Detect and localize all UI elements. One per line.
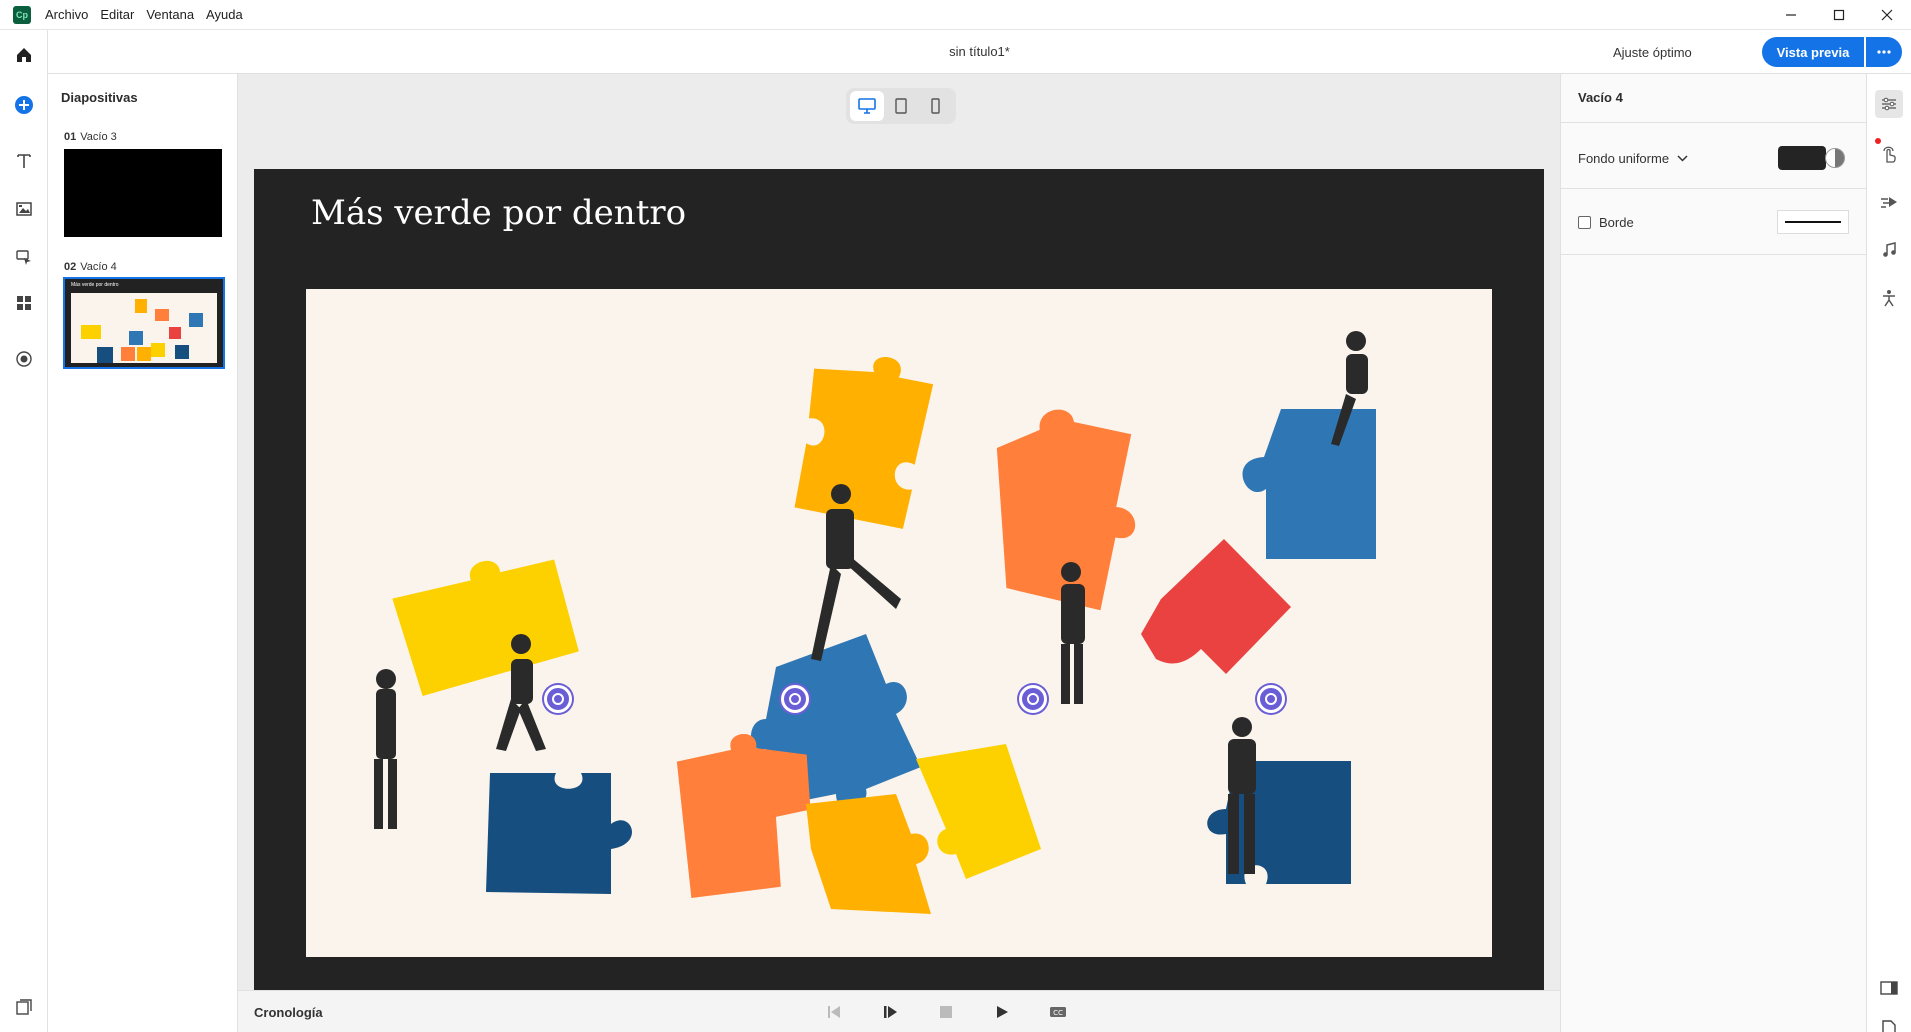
menu-ventana[interactable]: Ventana (146, 7, 194, 22)
properties-title: Vacío 4 (1578, 90, 1623, 105)
slide-image[interactable] (306, 289, 1492, 957)
border-style-preview[interactable] (1777, 210, 1849, 234)
slide-canvas[interactable]: Más verde por dentro (254, 169, 1544, 990)
thumbnail-background: Más verde por dentro (65, 279, 223, 367)
stop-icon[interactable] (935, 1002, 957, 1022)
window-controls (1767, 0, 1911, 30)
slides-panel-title: Diapositivas (61, 90, 138, 105)
audio-icon[interactable] (1875, 236, 1903, 264)
border-checkbox[interactable] (1578, 215, 1591, 229)
more-icon (1877, 50, 1891, 54)
cc-icon[interactable]: CC (1047, 1002, 1069, 1022)
menu-bar: Cp Archivo Editar Ventana Ayuda (0, 0, 1911, 30)
thumbnail-title: Más verde por dentro (71, 282, 119, 288)
slide-number: 02 (64, 261, 77, 273)
stage: Más verde por dentro (238, 74, 1560, 990)
svg-text:CC: CC (1053, 1009, 1063, 1017)
animation-icon[interactable] (1875, 188, 1903, 216)
play-from-icon[interactable] (879, 1002, 901, 1022)
maximize-icon[interactable] (1815, 0, 1863, 30)
slide-name: Vacío 4 (80, 261, 117, 273)
minimize-icon[interactable] (1767, 0, 1815, 30)
library-icon[interactable] (12, 995, 36, 1019)
divider (1561, 254, 1866, 255)
right-icon-rail (1866, 74, 1911, 1032)
properties-panel: Vacío 4 Fondo uniforme Borde (1560, 74, 1866, 1032)
menu-ayuda[interactable]: Ayuda (206, 7, 243, 22)
slide-label-1: 01 Vacío 3 (64, 131, 117, 143)
home-icon[interactable] (12, 43, 36, 67)
timeline-bar: Cronología CC (238, 990, 1560, 1032)
device-switcher (846, 88, 956, 124)
title-bar: sin título1* Ajuste óptimo Vista previa (48, 30, 1911, 74)
slide-label-2: 02 Vacío 4 (64, 261, 117, 273)
background-type-label: Fondo uniforme (1578, 150, 1670, 166)
previous-icon[interactable] (823, 1002, 845, 1022)
slide-title[interactable]: Más verde por dentro (311, 193, 686, 233)
add-icon[interactable] (12, 93, 36, 117)
properties-icon[interactable] (1875, 90, 1903, 118)
hotspot-2[interactable] (781, 685, 809, 713)
menu-archivo[interactable]: Archivo (45, 7, 88, 22)
zoom-value: Ajuste óptimo (1613, 44, 1692, 60)
preview-button[interactable]: Vista previa (1762, 37, 1864, 67)
border-label: Borde (1599, 214, 1634, 230)
hotspot-3[interactable] (1019, 685, 1047, 713)
accessibility-icon[interactable] (1875, 284, 1903, 312)
chevron-down-icon (1677, 154, 1688, 162)
slide-name: Vacío 3 (80, 131, 117, 143)
thumbnail-puzzle-art (81, 299, 203, 363)
close-icon[interactable] (1863, 0, 1911, 30)
divider (1561, 122, 1866, 123)
app-logo-icon: Cp (13, 5, 31, 24)
background-type-select[interactable]: Fondo uniforme (1578, 151, 1688, 166)
timeline-label[interactable]: Cronología (254, 1005, 323, 1020)
puzzle-illustration (374, 331, 1376, 914)
widgets-icon[interactable] (12, 291, 36, 315)
background-color-swatch[interactable] (1778, 146, 1826, 170)
more-options-button[interactable] (1866, 37, 1902, 67)
interactions-icon[interactable] (1875, 140, 1903, 168)
panel-toggle-icon[interactable] (1875, 974, 1903, 1002)
play-icon[interactable] (991, 1002, 1013, 1022)
slide-thumbnail-1[interactable] (64, 149, 222, 237)
puzzle-piece-yellow-left (392, 559, 579, 696)
thumbnail-image (71, 293, 217, 363)
desktop-icon[interactable] (850, 91, 884, 121)
notes-icon[interactable] (1875, 1014, 1903, 1032)
record-icon[interactable] (12, 347, 36, 371)
slide-number: 01 (64, 131, 77, 143)
text-icon[interactable] (12, 149, 36, 173)
menu-editar[interactable]: Editar (100, 7, 134, 22)
mobile-icon[interactable] (918, 91, 952, 121)
hotspot-4[interactable] (1257, 685, 1285, 713)
divider (1561, 188, 1866, 189)
tablet-icon[interactable] (884, 91, 918, 121)
slides-panel: Diapositivas 01 Vacío 3 02 Vacío 4 Más ver… (48, 74, 238, 1032)
slide-thumbnail-2[interactable]: Más verde por dentro (63, 277, 225, 369)
border-row: Borde (1578, 208, 1849, 236)
contrast-icon[interactable] (1825, 148, 1845, 168)
hotspot-1[interactable] (544, 685, 572, 713)
media-icon[interactable] (12, 197, 36, 221)
left-toolbar (0, 30, 48, 1032)
interactions-icon[interactable] (12, 245, 36, 269)
background-row: Fondo uniforme (1578, 142, 1849, 174)
